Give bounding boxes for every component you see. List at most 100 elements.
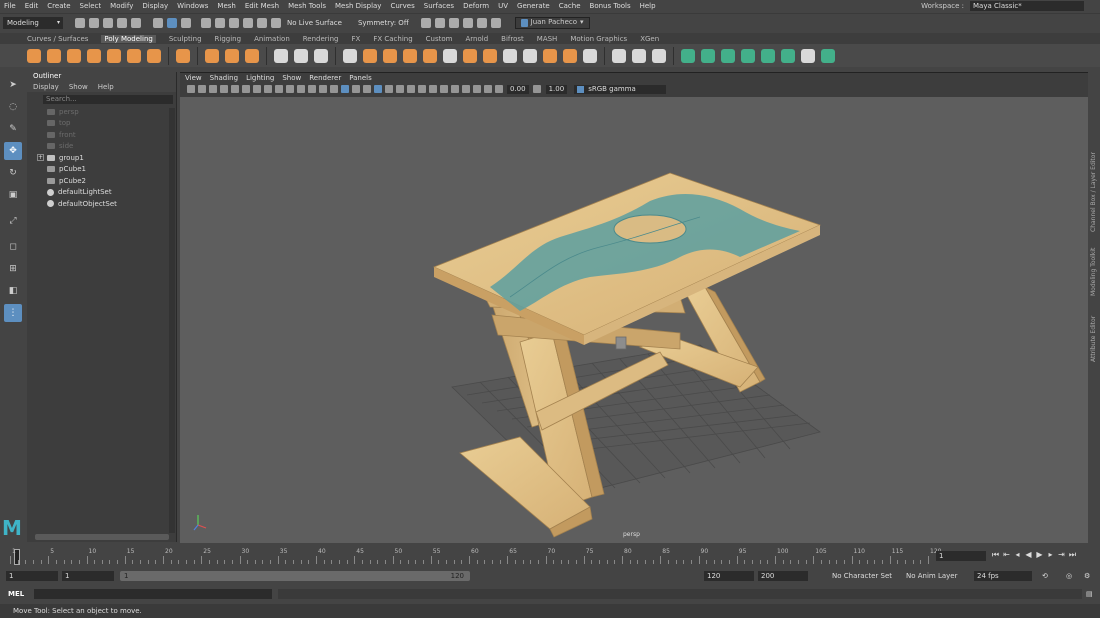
ambient-occlusion-icon[interactable]	[406, 85, 415, 93]
anti-aliasing-icon[interactable]	[428, 85, 437, 93]
open-scene-icon[interactable]	[89, 17, 99, 28]
menu-display[interactable]: Display	[142, 2, 168, 10]
lasso-tool-icon[interactable]: ◌	[4, 98, 22, 116]
outliner-menu-help[interactable]: Help	[98, 83, 114, 91]
resolution-gate-icon[interactable]	[274, 85, 283, 93]
shelf-tab-bifrost[interactable]: Bifrost	[501, 35, 524, 43]
shelf-tab-xgen[interactable]: XGen	[640, 35, 659, 43]
undo-icon[interactable]	[117, 17, 127, 28]
uv-editor-icon[interactable]	[781, 48, 795, 63]
safe-title-icon[interactable]	[318, 85, 327, 93]
redo-icon[interactable]	[131, 17, 141, 28]
gamma-field[interactable]: 1.00	[545, 84, 568, 94]
lights-icon[interactable]	[384, 85, 393, 93]
viewport-menu-lighting[interactable]: Lighting	[246, 74, 274, 82]
menu-mesh-tools[interactable]: Mesh Tools	[288, 2, 326, 10]
snap-curve-icon[interactable]	[215, 17, 225, 28]
menu-mesh[interactable]: Mesh	[217, 2, 235, 10]
menu-create[interactable]: Create	[47, 2, 70, 10]
outliner-item[interactable]: top	[27, 118, 176, 130]
step-back-frame-icon[interactable]: ◂	[1013, 550, 1022, 560]
shelf-tab-fx[interactable]: FX	[352, 35, 361, 43]
append-icon[interactable]	[503, 48, 517, 63]
single-view-icon[interactable]: ◻	[4, 238, 22, 256]
shelf-tab-rendering[interactable]: Rendering	[303, 35, 339, 43]
loop-icon[interactable]: ⟲	[1042, 571, 1048, 581]
sweep-mesh-icon[interactable]	[205, 48, 219, 63]
extrude-icon[interactable]	[483, 48, 497, 63]
render-icon[interactable]	[434, 17, 445, 28]
outliner-item[interactable]: front	[27, 129, 176, 141]
menu-file[interactable]: File	[4, 2, 16, 10]
play-forwards-icon[interactable]: ▶	[1035, 550, 1044, 560]
viewport-menu-panels[interactable]: Panels	[349, 74, 372, 82]
expand-icon[interactable]: +	[37, 154, 44, 162]
step-forward-frame-icon[interactable]: ▸	[1046, 550, 1055, 560]
channel-box-tab[interactable]: Channel Box / Layer Editor	[1090, 152, 1097, 232]
insert-loop-icon[interactable]	[652, 48, 666, 63]
scale-tool-icon[interactable]: ▣	[4, 186, 22, 204]
render-settings-icon[interactable]	[462, 17, 473, 28]
live-surface-label[interactable]: No Live Surface	[287, 19, 342, 27]
poly-sphere-icon[interactable]	[27, 48, 41, 63]
shelf-tab-rigging[interactable]: Rigging	[215, 35, 242, 43]
grease-pencil-icon[interactable]	[241, 85, 250, 93]
go-to-end-icon[interactable]: ⏭	[1068, 550, 1077, 560]
snap-surface-icon[interactable]	[257, 17, 267, 28]
last-tool-icon[interactable]: ⤢	[4, 212, 22, 230]
type-tool-icon[interactable]	[225, 48, 239, 63]
uv-planar-icon[interactable]	[681, 48, 695, 63]
viewport-menu-shading[interactable]: Shading	[210, 74, 238, 82]
boolean-icon[interactable]	[543, 48, 557, 63]
mode-dropdown[interactable]: Modeling ▾	[3, 16, 63, 29]
current-frame-field[interactable]: 1	[936, 551, 986, 561]
poly-torus-icon[interactable]	[107, 48, 121, 63]
shelf-tab-sculpting[interactable]: Sculpting	[169, 35, 202, 43]
step-forward-key-icon[interactable]: ⇥	[1057, 550, 1066, 560]
default-material-icon[interactable]	[351, 85, 360, 93]
script-editor-icon[interactable]: ▤	[1086, 589, 1093, 599]
outliner-item[interactable]: defaultLightSet	[27, 187, 176, 199]
combine-icon[interactable]	[274, 48, 288, 63]
viewport-menu-view[interactable]: View	[185, 74, 202, 82]
gate-mask-icon[interactable]	[285, 85, 294, 93]
outliner-item[interactable]: pCube1	[27, 164, 176, 176]
shelf-tab-animation[interactable]: Animation	[254, 35, 290, 43]
merge-icon[interactable]	[583, 48, 597, 63]
snap-grid-icon[interactable]	[201, 17, 211, 28]
fill-hole-icon[interactable]	[443, 48, 457, 63]
poly-cylinder-icon[interactable]	[67, 48, 81, 63]
snap-view-icon[interactable]	[243, 17, 253, 28]
ipr-icon[interactable]	[448, 17, 459, 28]
menu-select[interactable]: Select	[80, 2, 102, 10]
outliner-item[interactable]: defaultObjectSet	[27, 198, 176, 210]
range-bar[interactable]: 1 120	[120, 571, 470, 581]
camera-select-icon[interactable]	[186, 85, 195, 93]
playback-end-field[interactable]: 120	[704, 571, 754, 581]
shelf-tab-motion-graphics[interactable]: Motion Graphics	[570, 35, 627, 43]
collapse-icon[interactable]	[563, 48, 577, 63]
menu-modify[interactable]: Modify	[110, 2, 133, 10]
menu-mesh-display[interactable]: Mesh Display	[335, 2, 381, 10]
outliner-layout-icon[interactable]: ⋮	[4, 304, 22, 322]
smooth-icon[interactable]	[343, 48, 357, 63]
outliner-item[interactable]: + group1	[27, 152, 176, 164]
safe-action-icon[interactable]	[307, 85, 316, 93]
isolate-select-icon[interactable]	[450, 85, 459, 93]
multi-cut-icon[interactable]	[523, 48, 537, 63]
menu-edit-mesh[interactable]: Edit Mesh	[245, 2, 279, 10]
move-tool-icon[interactable]: ✥	[4, 142, 22, 160]
viewport-menu-renderer[interactable]: Renderer	[309, 74, 341, 82]
poly-plane-icon[interactable]	[127, 48, 141, 63]
uv-camera-icon[interactable]	[761, 48, 775, 63]
2d-pan-icon[interactable]	[230, 85, 239, 93]
command-input[interactable]	[34, 589, 272, 599]
play-backwards-icon[interactable]: ◀	[1024, 550, 1033, 560]
snap-live-icon[interactable]	[271, 17, 281, 28]
shadows-icon[interactable]	[395, 85, 404, 93]
modeling-toolkit-tab[interactable]: Modeling Toolkit	[1090, 248, 1097, 296]
camera-attr-icon[interactable]	[197, 85, 206, 93]
attribute-editor-tab[interactable]: Attribute Editor	[1090, 316, 1097, 362]
rotate-tool-icon[interactable]: ↻	[4, 164, 22, 182]
menu-generate[interactable]: Generate	[517, 2, 550, 10]
